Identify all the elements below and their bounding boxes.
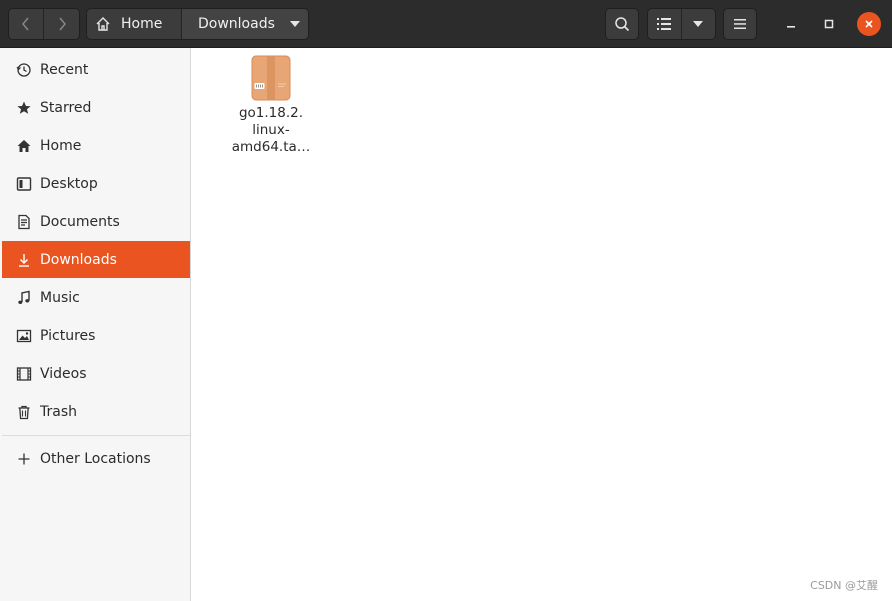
forward-icon — [58, 17, 66, 31]
sidebar-item-starred[interactable]: Starred — [2, 89, 190, 126]
view-options-button[interactable] — [682, 9, 716, 39]
home-icon — [16, 138, 32, 154]
sidebar-item-label: Other Locations — [40, 450, 151, 467]
video-icon — [16, 366, 32, 382]
sidebar-item-label: Documents — [40, 213, 120, 230]
list-view-icon — [657, 18, 672, 30]
document-icon — [16, 214, 32, 230]
file-name-line: linux- — [252, 122, 290, 138]
sidebar-item-label: Pictures — [40, 327, 96, 344]
plus-icon — [16, 451, 32, 467]
list-view-button[interactable] — [648, 9, 682, 39]
file-name-line: go1.18.2. — [238, 105, 304, 121]
search-icon — [615, 17, 630, 32]
file-name-line: amd64.ta… — [231, 139, 311, 155]
sidebar-item-downloads[interactable]: Downloads — [2, 241, 190, 278]
sidebar-item-music[interactable]: Music — [2, 279, 190, 316]
sidebar-item-label: Downloads — [40, 251, 117, 268]
clock-icon — [16, 62, 32, 78]
star-icon — [16, 100, 32, 116]
archive-icon — [251, 55, 291, 101]
watermark: CSDN @艾醒 — [810, 579, 878, 592]
sidebar-separator — [2, 435, 190, 436]
maximize-icon — [824, 19, 834, 29]
sidebar-item-videos[interactable]: Videos — [2, 355, 190, 392]
sidebar-item-label: Desktop — [40, 175, 98, 192]
minimize-icon — [787, 26, 795, 28]
sidebar-item-label: Music — [40, 289, 80, 306]
header-bar: Home Downloads — [0, 0, 892, 48]
search-button[interactable] — [605, 8, 639, 40]
close-icon — [865, 20, 873, 28]
maximize-button[interactable] — [817, 12, 841, 36]
sidebar-item-home[interactable]: Home — [2, 127, 190, 164]
back-icon — [22, 17, 29, 31]
file-name: go1.18.2. linux- amd64.ta… — [226, 105, 316, 156]
path-home-label: Home — [121, 16, 163, 32]
path-downloads-label: Downloads — [198, 16, 275, 32]
picture-icon — [16, 328, 32, 344]
view-button-group — [647, 8, 716, 40]
trash-icon — [16, 404, 32, 420]
sidebar-item-documents[interactable]: Documents — [2, 203, 190, 240]
sidebar-item-recent[interactable]: Recent — [2, 51, 190, 88]
path-downloads-button[interactable]: Downloads — [182, 9, 308, 39]
sidebar-item-label: Recent — [40, 61, 89, 78]
main-menu-button[interactable] — [723, 8, 757, 40]
back-button[interactable] — [9, 9, 44, 39]
path-home-button[interactable]: Home — [87, 9, 182, 39]
desktop-icon — [16, 176, 32, 192]
sidebar-item-label: Trash — [40, 403, 77, 420]
sidebar: Recent Starred Home Desktop Documents Do… — [0, 48, 191, 601]
nav-button-group — [8, 8, 80, 40]
file-item[interactable]: go1.18.2. linux- amd64.ta… — [226, 54, 316, 158]
sidebar-item-label: Home — [40, 137, 82, 154]
sidebar-item-other-locations[interactable]: Other Locations — [2, 440, 190, 477]
hamburger-menu-icon — [734, 19, 746, 29]
sidebar-item-label: Starred — [40, 99, 92, 116]
music-icon — [16, 290, 32, 306]
minimize-button[interactable] — [779, 12, 803, 36]
sidebar-item-label: Videos — [40, 365, 87, 382]
sidebar-item-desktop[interactable]: Desktop — [2, 165, 190, 202]
file-view: go1.18.2. linux- amd64.ta… — [192, 48, 892, 601]
home-icon — [96, 17, 110, 31]
sidebar-item-trash[interactable]: Trash — [2, 393, 190, 430]
chevron-down-icon — [693, 21, 704, 27]
close-button[interactable] — [857, 12, 881, 36]
forward-button[interactable] — [44, 9, 79, 39]
download-icon — [16, 252, 32, 268]
sidebar-item-pictures[interactable]: Pictures — [2, 317, 190, 354]
file-manager-window: Home Downloads Recent Starred Home Deskt… — [0, 0, 892, 601]
chevron-down-icon — [290, 21, 300, 27]
path-bar: Home Downloads — [86, 8, 309, 40]
